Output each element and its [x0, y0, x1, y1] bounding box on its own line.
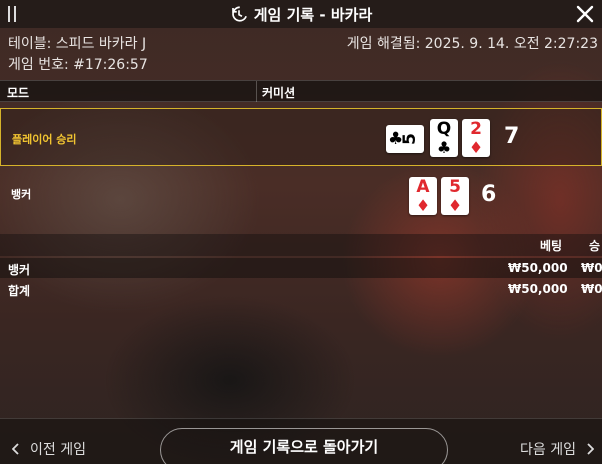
commission-label: 커미션 [262, 86, 296, 100]
banker-result-row: 뱅커 A ♦ 5 ♦ 6 [0, 170, 602, 216]
banker-card-2: 5 ♦ [441, 177, 469, 215]
mode-label: 모드 [7, 86, 30, 100]
bet-column-header: 베팅 [540, 239, 563, 253]
back-to-history-button[interactable]: 게임 기록으로 돌아가기 [160, 428, 448, 464]
chevron-right-icon [587, 443, 594, 455]
bet-amount: ₩50,000 [508, 282, 568, 296]
prev-game-button[interactable]: 이전 게임 [12, 439, 86, 459]
bet-row-label: 합계 [8, 284, 31, 298]
win-amount: ₩0 [581, 261, 602, 275]
banker-card-1: A ♦ [409, 177, 437, 215]
card-rank: 5 [399, 133, 420, 145]
card-rank: 2 [470, 119, 482, 139]
card-suit: ♣ [436, 138, 452, 157]
card-rank: 5 [449, 177, 461, 197]
next-game-label: 다음 게임 [520, 442, 576, 458]
table-name: 테이블: 스피드 바카라 J [8, 36, 147, 52]
history-icon [231, 6, 247, 22]
card-suit: ♦ [468, 138, 484, 157]
table-row: 뱅커 ₩50,000 ₩0 [0, 258, 602, 278]
card-suit: ♦ [415, 196, 431, 215]
win-amount: ₩0 [581, 282, 602, 296]
card-rank: A [416, 177, 430, 197]
card-rank: Q [436, 119, 452, 139]
banker-score: 6 [481, 182, 497, 207]
player-score: 7 [504, 124, 520, 149]
bet-row-label: 뱅커 [8, 263, 31, 277]
player-card-2: Q ♣ [430, 119, 458, 157]
player-win-label: 플레이어 승리 [12, 133, 77, 146]
next-game-button[interactable]: 다음 게임 [520, 439, 594, 459]
chevron-left-icon [12, 443, 19, 455]
bets-header: 베팅 승 [0, 234, 602, 256]
title-bar: 게임 기록 - 바카라 [0, 0, 602, 28]
resolved-time: 게임 해결됨: 2025. 9. 14. 오전 2:27:23 [346, 36, 598, 52]
mode-row: 모드 커미션 [0, 80, 602, 102]
prev-game-label: 이전 게임 [30, 442, 86, 458]
card-suit: ♦ [447, 196, 463, 215]
title-group: 게임 기록 - 바카라 [230, 4, 373, 25]
back-to-history-label: 게임 기록으로 돌아가기 [229, 437, 379, 456]
win-column-header: 승 [589, 239, 601, 253]
footer-bar: 이전 게임 게임 기록으로 돌아가기 다음 게임 [0, 418, 602, 464]
page-title: 게임 기록 - 바카라 [253, 5, 373, 24]
pause-icon[interactable] [8, 6, 18, 22]
player-card-1: ♣ 5 [386, 125, 424, 153]
game-number: 게임 번호: #17:26:57 [8, 57, 148, 73]
column-divider [256, 81, 257, 102]
player-result-row: 플레이어 승리 ♣ 5 Q ♣ 2 ♦ 7 [0, 108, 602, 166]
close-icon[interactable] [574, 3, 596, 25]
banker-label: 뱅커 [11, 188, 32, 201]
player-card-3: 2 ♦ [462, 119, 490, 157]
table-row: 합계 ₩50,000 ₩0 [0, 279, 602, 299]
bet-amount: ₩50,000 [508, 261, 568, 275]
